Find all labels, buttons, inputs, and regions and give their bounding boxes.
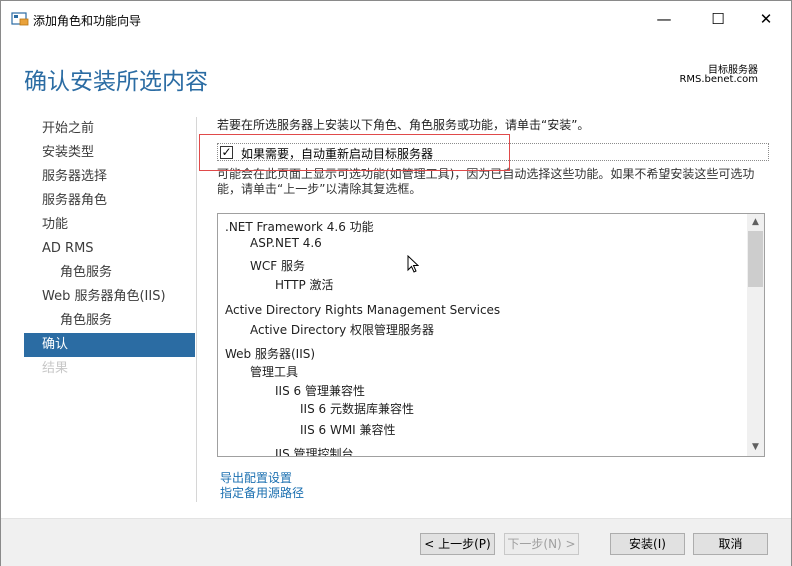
nav-step-results: 结果 (42, 361, 69, 376)
scroll-down-arrow-icon[interactable]: ▼ (747, 439, 764, 456)
feature-item: Active Directory 权限管理服务器 (250, 323, 435, 337)
cancel-button[interactable]: 取消 (693, 533, 768, 555)
feature-item: Active Directory Rights Management Servi… (225, 303, 501, 317)
feature-item: Web 服务器(IIS) (225, 347, 316, 361)
minimize-button[interactable]: — (641, 1, 687, 37)
destination-server-name: RMS.benet.com (679, 74, 758, 85)
server-manager-icon (11, 12, 29, 26)
wizard-steps-nav: 开始之前 安装类型 服务器选择 服务器角色 功能 AD RMS 角色服务 Web… (24, 117, 195, 381)
title-bar: 添加角色和功能向导 — ☐ ✕ (1, 1, 791, 37)
nav-step-ad-rms[interactable]: AD RMS (24, 237, 195, 261)
previous-button[interactable]: < 上一步(P) (420, 533, 495, 555)
feature-item: IIS 6 WMI 兼容性 (300, 423, 396, 437)
nav-step-before-you-begin[interactable]: 开始之前 (24, 117, 195, 141)
feature-item: IIS 6 管理兼容性 (275, 384, 365, 398)
feature-list-viewport: .NET Framework 4.6 功能 ASP.NET 4.6 WCF 服务… (218, 214, 748, 456)
export-configuration-link[interactable]: 导出配置设置 (220, 471, 304, 486)
page-title: 确认安装所选内容 (24, 69, 208, 95)
wizard-window: 添加角色和功能向导 — ☐ ✕ 确认安装所选内容 目标服务器 RMS.benet… (0, 0, 792, 566)
scroll-thumb[interactable] (748, 231, 763, 287)
feature-item: IIS 管理控制台 (275, 447, 354, 456)
selected-features-list[interactable]: .NET Framework 4.6 功能 ASP.NET 4.6 WCF 服务… (217, 213, 765, 457)
mouse-cursor-icon (407, 255, 419, 273)
feature-item: .NET Framework 4.6 功能 (225, 220, 374, 234)
sidebar-divider (196, 117, 197, 502)
nav-step-web-role-services[interactable]: 角色服务 (24, 309, 195, 333)
next-button: 下一步(N) > (504, 533, 579, 555)
window-title: 添加角色和功能向导 (33, 14, 142, 28)
restart-highlight-box (199, 134, 510, 171)
nav-step-installation-type[interactable]: 安装类型 (24, 141, 195, 165)
wizard-header: 确认安装所选内容 目标服务器 RMS.benet.com (1, 37, 791, 107)
nav-step-features[interactable]: 功能 (24, 213, 195, 237)
nav-step-web-server-role[interactable]: Web 服务器角色(IIS) (24, 285, 195, 309)
nav-step-server-selection[interactable]: 服务器选择 (24, 165, 195, 189)
nav-step-ad-rms-role-services[interactable]: 角色服务 (24, 261, 195, 285)
optional-features-note: 可能会在此页面上显示可选功能(如管理工具)，因为已自动选择这些功能。如果不希望安… (217, 167, 755, 196)
nav-step-confirmation[interactable]: 确认 (24, 333, 195, 357)
maximize-button[interactable]: ☐ (695, 1, 741, 37)
wizard-footer: < 上一步(P) 下一步(N) > 安装(I) 取消 (1, 519, 791, 566)
scroll-up-arrow-icon[interactable]: ▲ (747, 214, 764, 231)
feature-item: IIS 6 元数据库兼容性 (300, 402, 414, 416)
instruction-text: 若要在所选服务器上安装以下角色、角色服务或功能，请单击“安装”。 (217, 118, 590, 132)
feature-item: ASP.NET 4.6 (250, 236, 322, 250)
install-button[interactable]: 安装(I) (610, 533, 685, 555)
export-links: 导出配置设置 指定备用源路径 (220, 471, 304, 501)
feature-item: WCF 服务 (250, 259, 305, 273)
feature-item: HTTP 激活 (275, 278, 334, 292)
nav-step-server-roles[interactable]: 服务器角色 (24, 189, 195, 213)
feature-item: 管理工具 (250, 365, 299, 379)
feature-list-scrollbar[interactable]: ▲ ▼ (747, 214, 764, 456)
alternate-source-path-link[interactable]: 指定备用源路径 (220, 486, 304, 501)
close-button[interactable]: ✕ (743, 1, 789, 37)
